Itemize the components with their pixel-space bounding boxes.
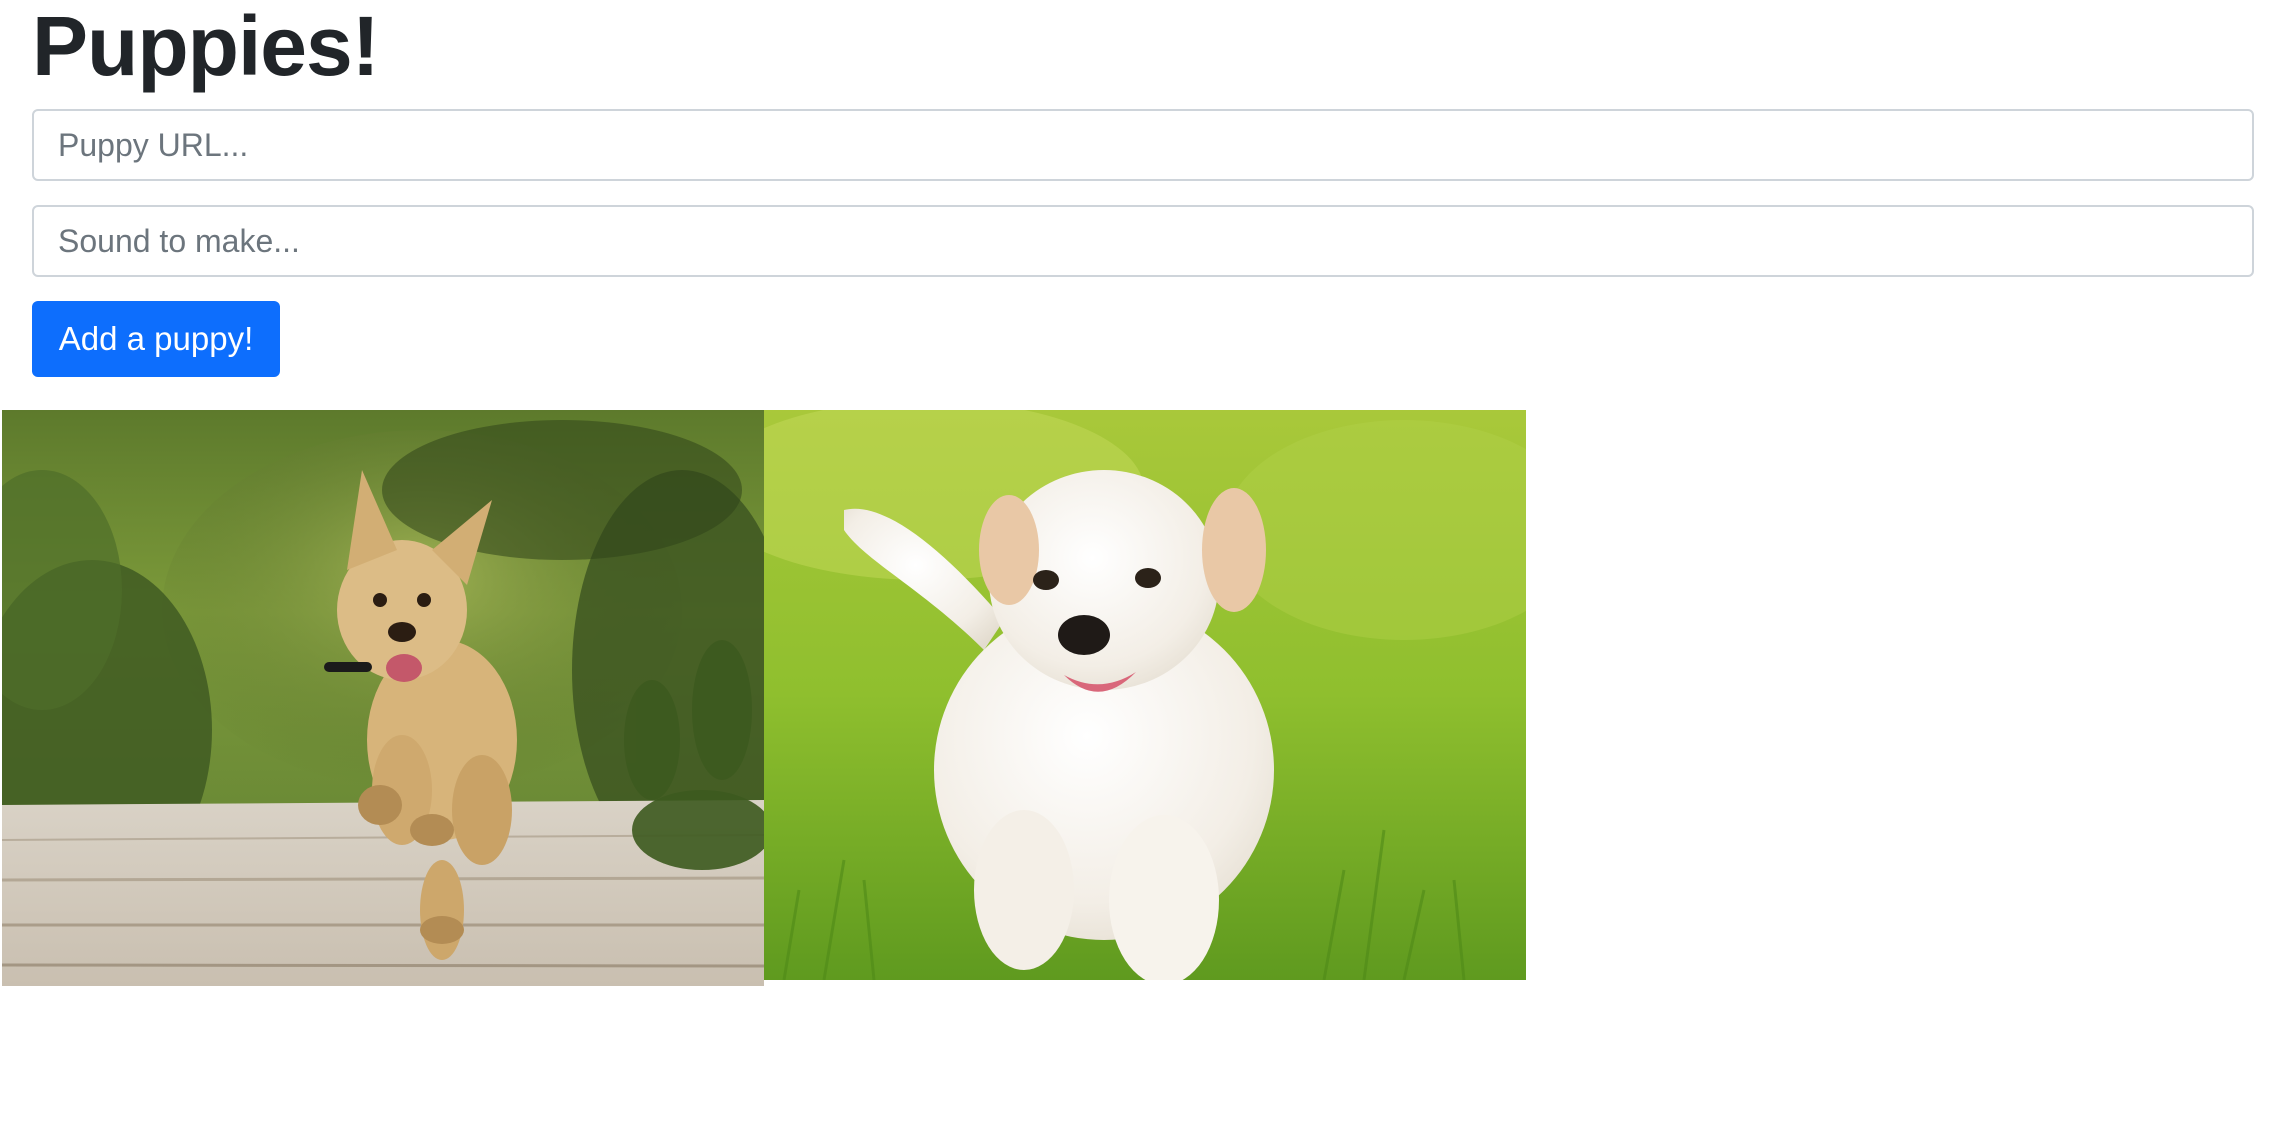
tan-terrier-puppy-photo (2, 410, 764, 986)
puppy-image (2, 410, 764, 986)
puppy-url-input[interactable] (32, 109, 2254, 181)
white-puppy-photo (764, 410, 1526, 980)
add-puppy-button[interactable]: Add a puppy! (32, 301, 280, 377)
page-title: Puppies! (32, 0, 380, 93)
sound-input[interactable] (32, 205, 2254, 277)
puppy-image (764, 410, 1526, 980)
